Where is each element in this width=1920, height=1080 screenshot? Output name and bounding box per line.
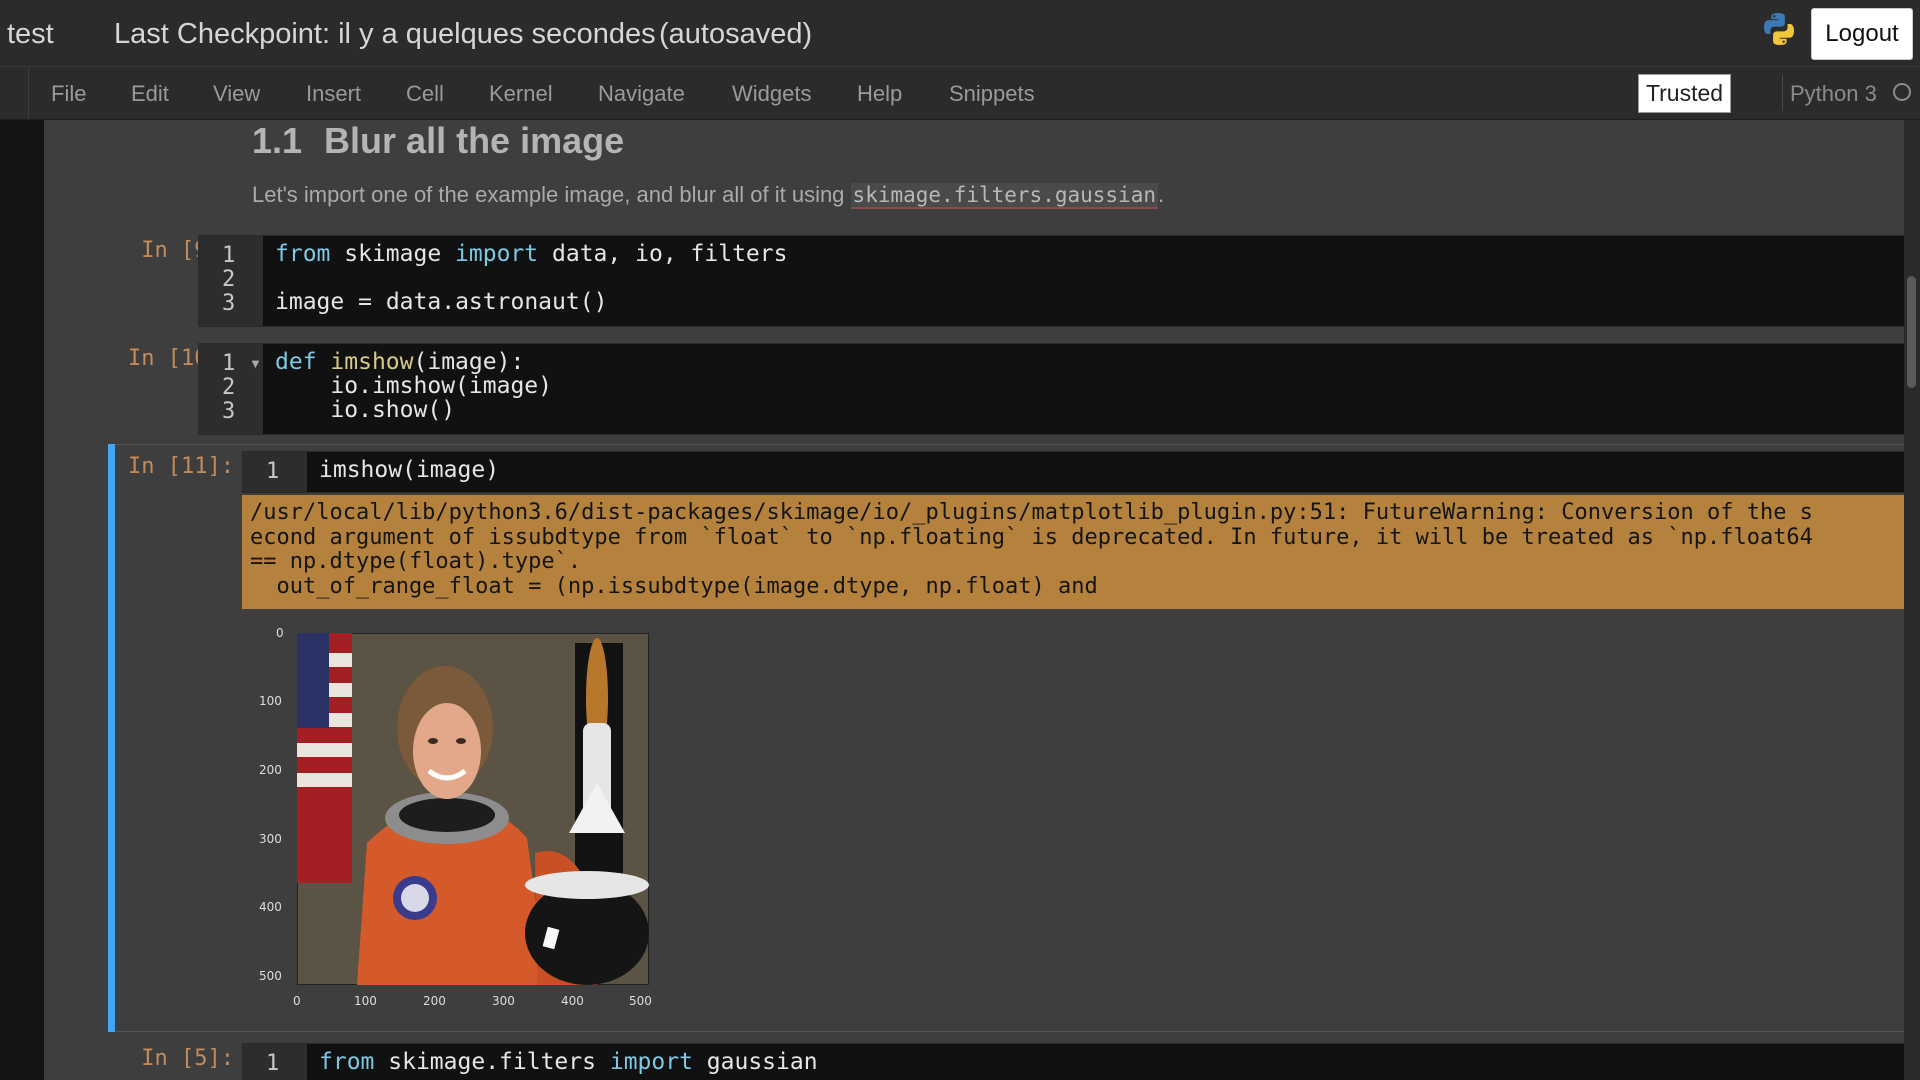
line-number: 3 [222,399,236,424]
y-tick-label: 300 [259,832,282,846]
x-tick-label: 100 [354,994,377,1008]
astronaut-image [297,633,649,985]
code-line[interactable]: from skimage import data, io, filters [275,241,787,267]
selected-cell-indicator [108,444,115,1032]
code-line[interactable]: imshow(image) [319,457,499,483]
warning-line: == np.dtype(float).type`. [250,549,582,574]
menu-cell[interactable]: Cell [406,81,444,107]
x-tick-label: 300 [492,994,515,1008]
notebook-name[interactable]: test [7,18,54,51]
scrollbar-track[interactable] [1904,120,1920,1080]
menu-view[interactable]: View [213,81,260,107]
trusted-indicator[interactable]: Trusted [1638,74,1731,113]
code-line[interactable]: image = data.astronaut() [275,289,607,315]
menu-snippets[interactable]: Snippets [949,81,1035,107]
menubar-divider [28,67,29,119]
notebook-container[interactable]: 1.1 Blur all the image Let's import one o… [0,120,1920,1080]
stderr-warning-output: /usr/local/lib/python3.6/dist-packages/s… [242,495,1920,609]
y-tick-label: 0 [276,626,284,640]
y-tick-label: 100 [259,694,282,708]
kernel-idle-icon [1893,83,1911,101]
line-number: 1 [266,459,280,484]
warning-line: econd argument of issubdtype from `float… [250,524,1813,550]
kernel-name[interactable]: Python 3 [1790,81,1877,107]
line-number: 1 [266,1051,280,1076]
fold-arrow-icon[interactable]: ▼ [249,356,262,371]
image-output-figure: 0 100 200 300 400 500 0 100 200 300 400 … [242,625,662,1030]
y-tick-label: 200 [259,763,282,777]
scrollbar-thumb[interactable] [1907,276,1916,388]
logout-button[interactable]: Logout [1811,8,1913,60]
menubar-divider [1782,75,1783,111]
checkpoint-status: Last Checkpoint: il y a quelques seconde… [114,18,656,50]
warning-line: out_of_range_float = (np.issubdtype(imag… [250,573,1098,599]
markdown-text: Let's import one of the example image, a… [252,182,851,207]
x-tick-label: 200 [423,994,446,1008]
line-number: 1 [222,243,236,268]
warning-line: /usr/local/lib/python3.6/dist-packages/s… [250,500,1813,525]
markdown-heading: 1.1 Blur all the image [252,120,624,162]
menu-navigate[interactable]: Navigate [598,81,685,107]
menu-file[interactable]: File [51,81,86,107]
line-number: 1 [222,351,236,376]
cell-prompt: In [5]: [141,1046,234,1071]
heading-number: 1.1 [252,120,303,161]
menu-help[interactable]: Help [857,81,902,107]
line-number: 3 [222,291,236,316]
python-logo-icon [1764,13,1794,45]
line-number: 2 [222,267,236,292]
code-cell-input[interactable]: 1 ▼ 2 3 def imshow(image): io.imshow(ima… [198,343,1920,435]
code-cell-input[interactable]: 1 from skimage.filters import gaussian [242,1043,1920,1080]
menu-kernel[interactable]: Kernel [489,81,553,107]
menu-edit[interactable]: Edit [131,81,169,107]
markdown-text: . [1157,182,1165,207]
code-cell-input[interactable]: 1 imshow(image) [242,451,1920,493]
y-tick-label: 500 [259,969,282,983]
code-line[interactable]: io.show() [275,397,455,423]
x-tick-label: 500 [629,994,652,1008]
notebook-panel: 1.1 Blur all the image Let's import one o… [44,120,1920,1080]
markdown-paragraph: Let's import one of the example image, a… [252,182,1165,209]
inline-code: skimage.filters.gaussian [850,183,1158,209]
y-tick-label: 400 [259,900,282,914]
cell-prompt: In [11]: [128,454,234,479]
menubar: File Edit View Insert Cell Kernel Naviga… [0,67,1920,120]
line-number: 2 [222,375,236,400]
code-line[interactable]: def imshow(image): [275,349,524,375]
menu-insert[interactable]: Insert [306,81,361,107]
x-tick-label: 400 [561,994,584,1008]
code-cell-input[interactable]: 1 2 3 from skimage import data, io, filt… [198,235,1920,327]
autosave-status: (autosaved) [659,18,813,50]
code-line[interactable]: io.imshow(image) [275,373,552,399]
notebook-header: test Last Checkpoint: il y a quelques se… [0,0,1920,67]
x-tick-label: 0 [293,994,301,1008]
heading-text: Blur all the image [324,120,625,161]
code-line[interactable]: from skimage.filters import gaussian [319,1049,818,1075]
menu-widgets[interactable]: Widgets [732,81,811,107]
